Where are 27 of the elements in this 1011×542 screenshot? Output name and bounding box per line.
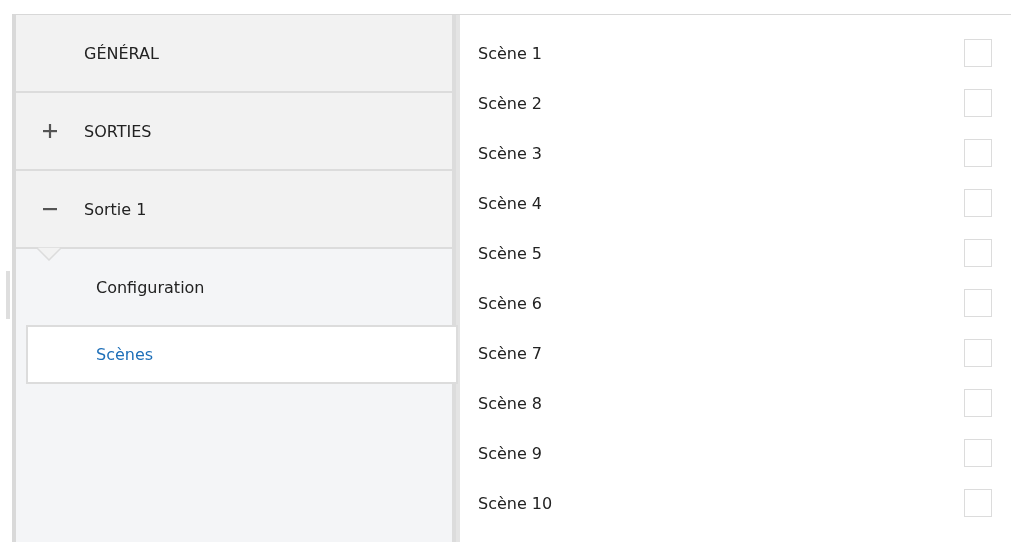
- scene-label: Scène 4: [478, 193, 543, 213]
- checkbox[interactable]: [964, 89, 992, 117]
- checkbox[interactable]: [964, 189, 992, 217]
- sidebar-item[interactable]: Sortie 1: [84, 199, 147, 219]
- splitter-handle[interactable]: [6, 271, 10, 319]
- plus-icon[interactable]: [43, 124, 57, 138]
- checkbox[interactable]: [964, 489, 992, 517]
- scene-label: Scène 7: [478, 343, 543, 363]
- scene-label: Scène 5: [478, 243, 543, 263]
- scene-label: Scène 3: [478, 143, 543, 163]
- checkbox[interactable]: [964, 39, 992, 67]
- checkbox[interactable]: [964, 239, 992, 267]
- sidebar-subitem[interactable]: Scènes: [26, 325, 458, 384]
- scene-label: Scène 6: [478, 293, 543, 313]
- scene-label: Scène 9: [478, 443, 543, 463]
- checkbox[interactable]: [964, 339, 992, 367]
- sidebar-subitem[interactable]: Configuration: [16, 249, 452, 325]
- checkbox[interactable]: [964, 439, 992, 467]
- checkbox[interactable]: [964, 289, 992, 317]
- checkbox[interactable]: [964, 139, 992, 167]
- sidebar-item[interactable]: GÉNÉRAL: [84, 43, 159, 63]
- scene-label: Scène 2: [478, 93, 543, 113]
- scene-label: Scène 10: [478, 493, 553, 513]
- sidebar-item[interactable]: SORTIES: [84, 121, 152, 141]
- checkbox[interactable]: [964, 389, 992, 417]
- scene-label: Scène 8: [478, 393, 543, 413]
- scene-label: Scène 1: [478, 43, 543, 63]
